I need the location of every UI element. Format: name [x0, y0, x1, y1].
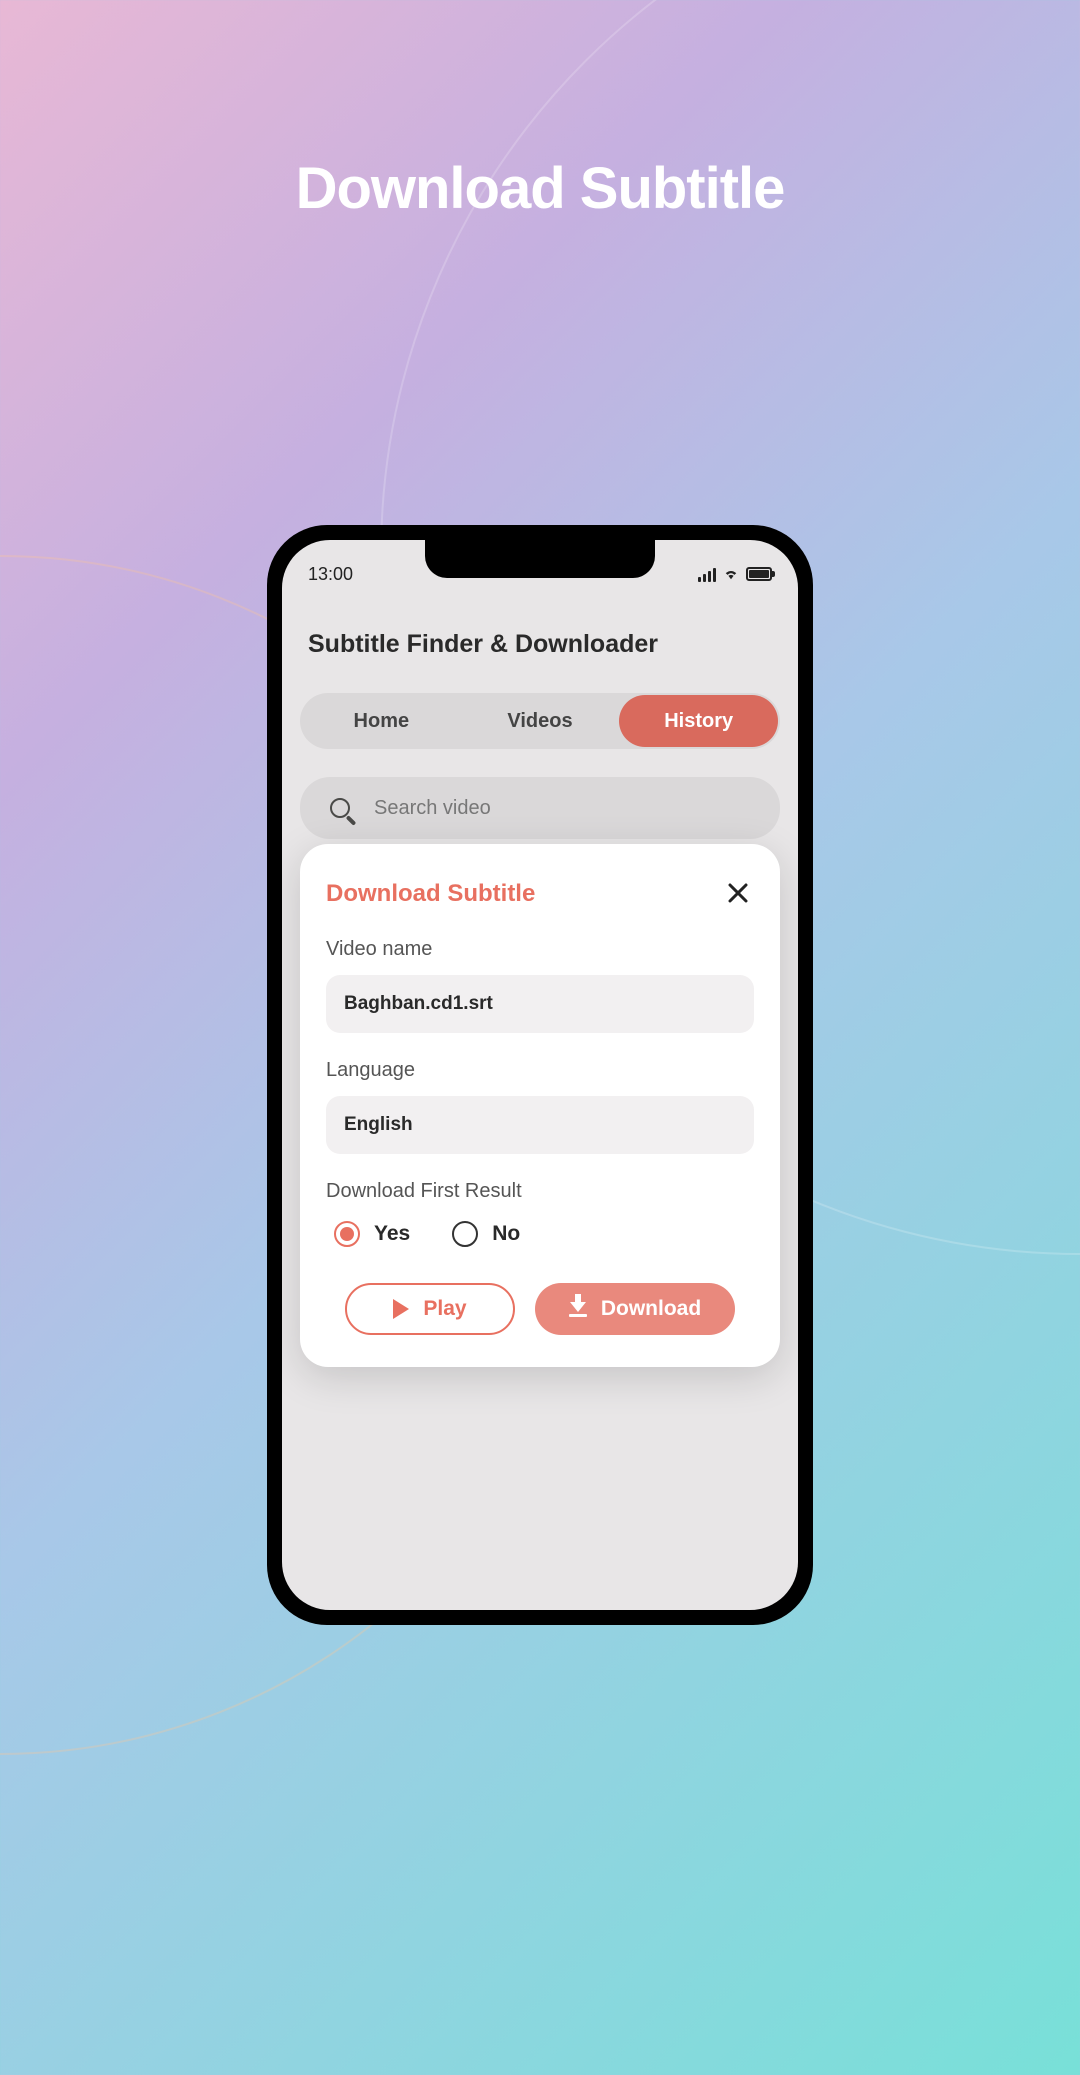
radio-no-label: No — [492, 1222, 520, 1246]
close-icon — [726, 881, 750, 905]
radio-icon — [334, 1221, 360, 1247]
language-field[interactable]: English — [326, 1096, 754, 1154]
button-row: Play Download — [326, 1283, 754, 1335]
video-name-label: Video name — [326, 938, 754, 961]
radio-yes[interactable]: Yes — [334, 1221, 410, 1247]
play-button-label: Play — [423, 1297, 466, 1321]
download-first-label: Download First Result — [326, 1180, 754, 1203]
modal-header: Download Subtitle — [326, 878, 754, 910]
phone-screen: 13:00 Subtitle Finder & Downloader Home — [282, 540, 798, 1610]
language-label: Language — [326, 1059, 754, 1082]
close-button[interactable] — [722, 878, 754, 910]
download-button-label: Download — [601, 1297, 701, 1321]
play-button[interactable]: Play — [345, 1283, 515, 1335]
radio-icon — [452, 1221, 478, 1247]
modal-title: Download Subtitle — [326, 880, 535, 908]
play-icon — [393, 1299, 409, 1319]
phone-notch — [425, 540, 655, 578]
radio-yes-label: Yes — [374, 1222, 410, 1246]
phone-frame: 13:00 Subtitle Finder & Downloader Home — [267, 525, 813, 1625]
download-modal: Download Subtitle Video name Baghban.cd1… — [300, 844, 780, 1367]
download-button[interactable]: Download — [535, 1283, 735, 1335]
video-name-field[interactable]: Baghban.cd1.srt — [326, 975, 754, 1033]
download-icon — [569, 1302, 587, 1317]
radio-group: Yes No — [326, 1221, 754, 1247]
radio-no[interactable]: No — [452, 1221, 520, 1247]
